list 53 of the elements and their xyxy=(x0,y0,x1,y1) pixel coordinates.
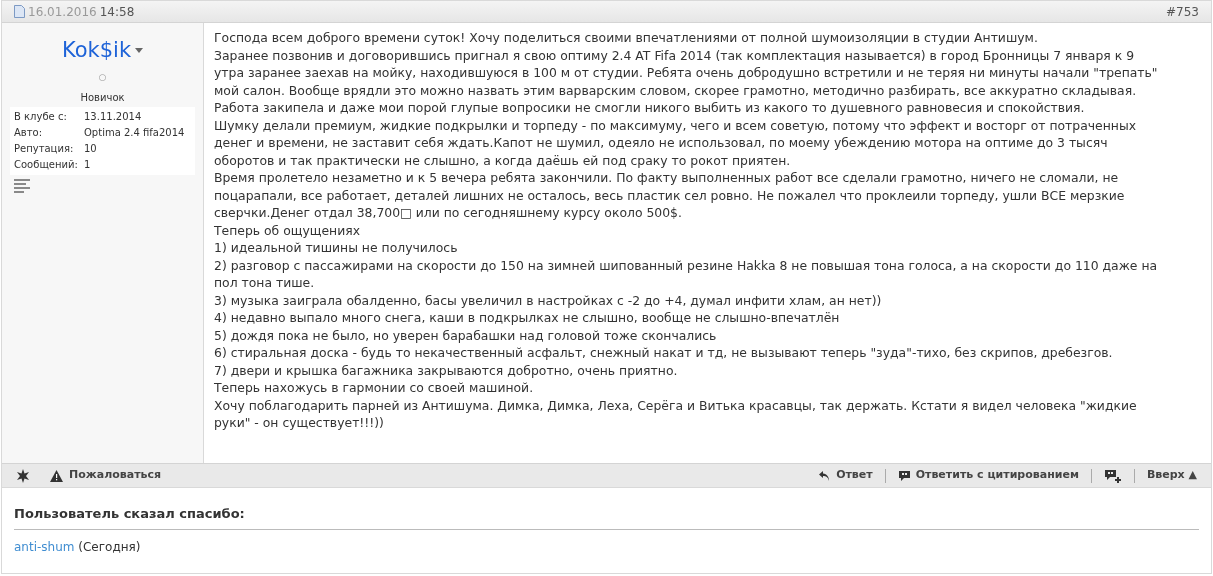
field-label: Авто: xyxy=(14,126,44,140)
user-rank: Новичок xyxy=(80,91,125,105)
post-text-line: Теперь нахожусь в гармонии со своей машиной. xyxy=(214,379,535,397)
post-text-line: денег и времени, не заставит себя ждать.Капот не шумил, одеяло не использовал, по моему убеждению мотора на оптиме до 3 тысяч xyxy=(214,134,1109,152)
reply-arrow-icon xyxy=(818,469,832,482)
post-date: 16.01.2016 xyxy=(28,3,97,21)
field-label: В клубе с: xyxy=(14,110,68,124)
post-text-line: 2) разговор с пассажирами на скорости до 150 на зимней шипованный резине Hakka 8 не повышая тона голоса, а на скорости до 110 даже на xyxy=(214,256,1159,274)
post-text-line: поцарапали, все работает, деталей лишних не осталось, весь пластик сел ровно. Не пожалел что проклеили торпеду, ушли ВСЕ мерзкие xyxy=(214,186,1126,204)
post-text-line: 5) дождя пока не было, но уверен барабашки над головой тоже скончались xyxy=(214,326,718,344)
menu-lines-icon[interactable] xyxy=(14,179,30,195)
quote-button[interactable]: Ответить с цитированием xyxy=(897,467,1079,484)
field-value: Optima 2.4 fifa2014 xyxy=(84,126,185,140)
post-text-line: Шумку делали премиум, жидкие подкрылки и торпеду - по максимуму, чего и всем советую, потому что эффект и восторг от потраченных xyxy=(214,116,1137,134)
post-text-line: 1) идеальной тишины не получилось xyxy=(214,239,459,257)
status-dot: ○ xyxy=(98,70,107,84)
post-text-line: Хочу поблагодарить парней из Антишума. Димка, Димка, Леха, Серёга и Витька красавцы, так держать. Кстати я видел человека "жидкие xyxy=(214,396,1138,414)
username-link[interactable]: Kok$ik xyxy=(61,35,132,67)
warning-icon xyxy=(50,469,63,482)
multiquote-button[interactable] xyxy=(1103,468,1122,483)
post-text-line: мой салон. Вообще врядли это можно назвать этим варварским словом, скорее грамотно, методично разбирать, все аккуратно складывая. xyxy=(214,81,1138,99)
post-number-link[interactable]: #753 xyxy=(1166,2,1199,21)
post-text-line: Теперь об ощущениях xyxy=(214,221,361,239)
post-time: 14:58 xyxy=(99,3,135,21)
post-text-line: Время пролетело незаметно и к 5 вечера ребята закончили. По факту выполненных работ все сделали грамотно, ничего не сломали, не xyxy=(214,169,1120,187)
quote-plus-icon xyxy=(1103,468,1122,483)
star-icon[interactable] xyxy=(16,468,30,483)
field-value: 13.11.2014 xyxy=(84,110,142,124)
top-button[interactable]: Вверх ▲ xyxy=(1146,467,1197,484)
field-label: Сообщений: xyxy=(14,158,79,172)
post-text-line: пол тона тише. xyxy=(214,274,316,292)
document-icon xyxy=(14,5,25,18)
post-text-line: Заранее позвонив и договорившись пригнал я свою оптиму 2.4 AT Fifa 2014 (так комплектация называется) в город Бронницы 7 января к 9 xyxy=(214,46,1136,64)
post-text-line: 7) двери и крышка багажника закрываются добротно, очень приятно. xyxy=(214,361,679,379)
report-button[interactable]: Пожаловаться xyxy=(50,467,162,484)
post-text-line: 3) музыка заиграла обалденно, басы увеличил в настройках с -2 до +4, думал инфити хлам, ан нет)) xyxy=(214,291,883,309)
thanks-title: Пользователь сказал спасибо: xyxy=(14,504,1199,530)
post-text-line: оборотов и так практически не слышно, а когда даёшь ей под сраку то рокот приятен. xyxy=(214,151,792,169)
post-text-line: руки" - он существует!!!)) xyxy=(214,414,385,432)
post-text-line: утра заранее заехав на мойку, находившуюся в 100 м от студии. Ребята очень добродушно встретили и не теряя ни минуты начали "трепать" xyxy=(214,64,1159,82)
post-text-line: 4) недавно выпало много снега, каши в подкрылках не слышно, вообще не слышно-впечатлён xyxy=(214,309,841,327)
post-text-line: 6) стиральная доска - будь то некачественный асфальт, снежный накат и тд, не вызывают теперь "зуда"-тихо, без скрипов, дребезгов. xyxy=(214,344,1114,362)
field-value: 1 xyxy=(84,158,91,172)
quote-bubble-icon xyxy=(897,469,911,482)
thanks-user-link[interactable]: anti-shum xyxy=(14,539,75,554)
caret-icon[interactable] xyxy=(135,48,144,54)
reply-button[interactable]: Ответ xyxy=(818,467,873,484)
field-value: 10 xyxy=(84,142,97,156)
post-text-line: Господа всем доброго времени суток! Хочу поделиться своими впечатлениями от полной шумоизоляции в студии Антишум. xyxy=(214,29,1039,47)
thanks-time: (Сегодня) xyxy=(78,539,141,554)
field-label: Репутация: xyxy=(14,142,75,156)
post-text-line: сверчки.Денег отдал 38,700□ или по сегодняшнему курсу около 500$. xyxy=(214,204,683,222)
post-text-line: Работа закипела и даже мои порой глупые вопросики не смогли никого выбить из какого то душевного равновесия и спокойствия. xyxy=(214,99,1086,117)
